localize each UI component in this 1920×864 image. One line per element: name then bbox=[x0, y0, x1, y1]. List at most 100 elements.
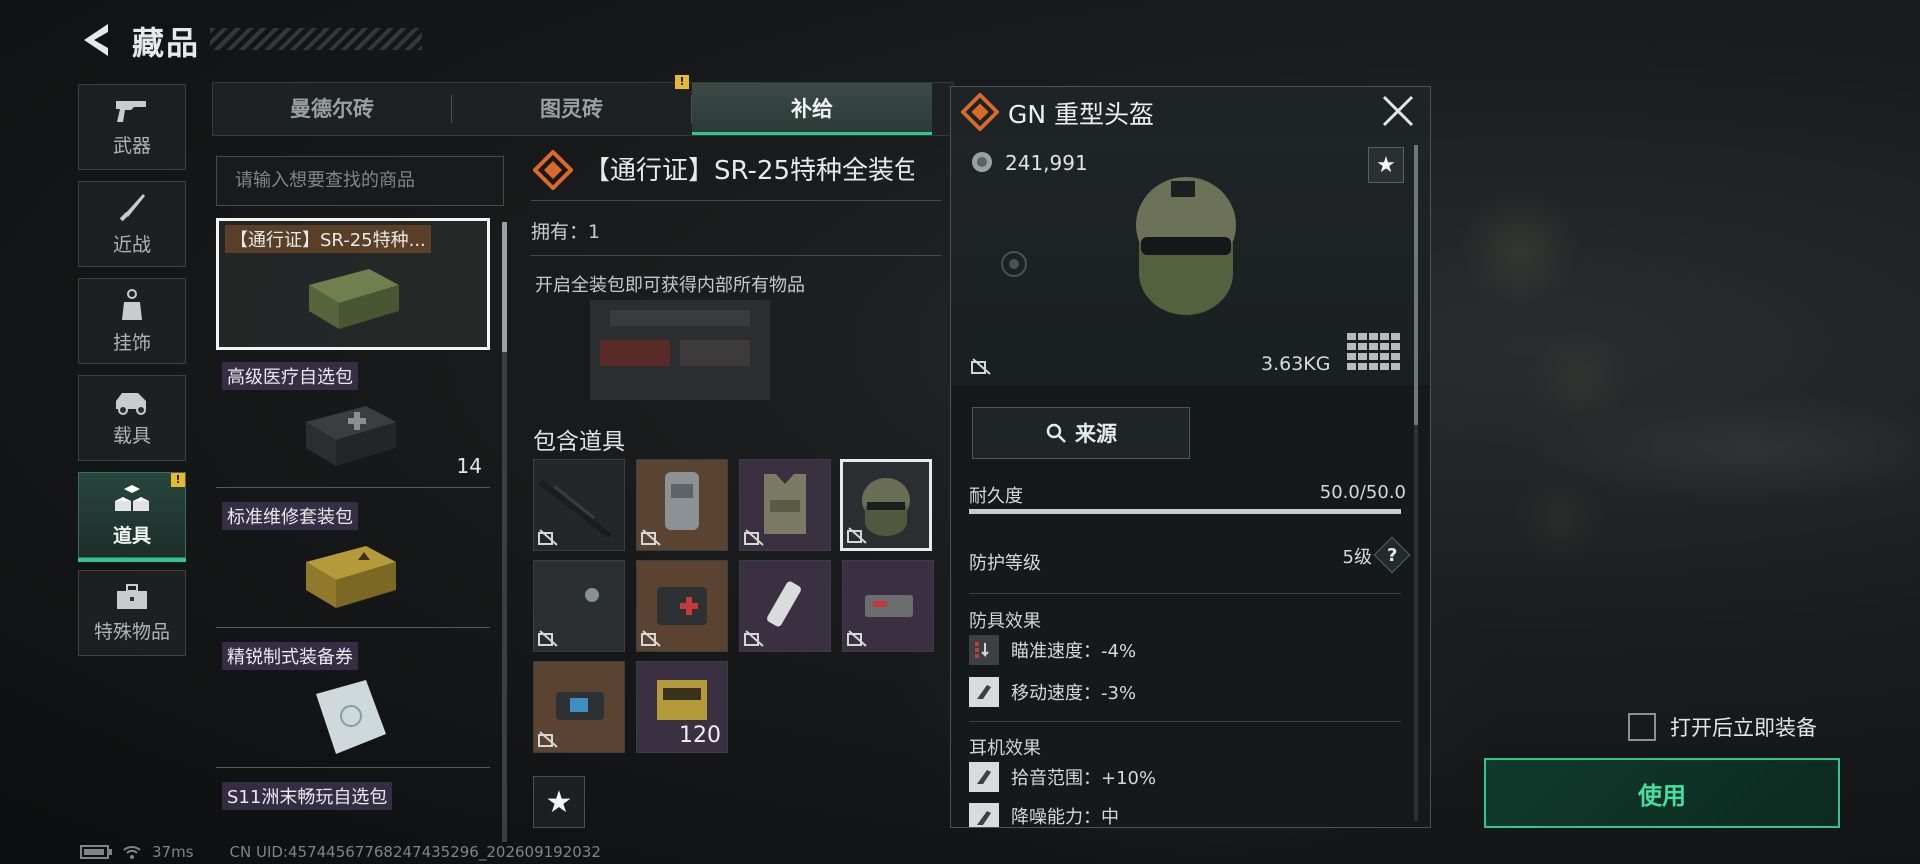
favorite-button[interactable]: ★ bbox=[533, 776, 585, 828]
protection-label: 防护等级 bbox=[969, 553, 1041, 574]
durability-bar bbox=[969, 509, 1401, 514]
tab-turing-brick[interactable]: 图灵砖 bbox=[452, 83, 691, 135]
target-decoration bbox=[1001, 251, 1027, 277]
list-scroll-thumb[interactable] bbox=[502, 222, 507, 352]
popup-title: GN 重型头盔 bbox=[1008, 100, 1155, 129]
item-name: 标准维修套装包 bbox=[222, 502, 358, 530]
list-item[interactable]: 精锐制式装备券 bbox=[216, 638, 490, 768]
crate-image bbox=[309, 269, 399, 329]
repair-kit-image bbox=[306, 546, 396, 608]
divider bbox=[969, 721, 1401, 722]
popup-scroll-thumb[interactable] bbox=[1414, 145, 1418, 425]
untradeable-icon bbox=[847, 527, 867, 544]
noise-reduction-icon bbox=[969, 803, 999, 827]
props-icon bbox=[115, 484, 149, 511]
close-icon[interactable] bbox=[1380, 93, 1416, 129]
untradeable-icon bbox=[538, 630, 558, 647]
slot-injector[interactable] bbox=[739, 560, 831, 652]
sidebar-item-special[interactable]: 特殊物品 bbox=[78, 570, 186, 656]
owned-count: 拥有：1 bbox=[531, 221, 601, 243]
slot-headset[interactable] bbox=[533, 560, 625, 652]
category-tabs: 曼德尔砖 图灵砖 补给 bbox=[212, 82, 954, 136]
source-button[interactable]: 来源 bbox=[972, 407, 1190, 459]
sidebar-item-label: 道具 bbox=[112, 524, 151, 547]
briefcase-icon bbox=[117, 583, 147, 609]
charm-icon bbox=[122, 288, 142, 320]
tab-mandel-brick[interactable]: 曼德尔砖 bbox=[213, 83, 451, 135]
vehicle-icon bbox=[116, 392, 146, 415]
search-input[interactable] bbox=[233, 169, 491, 192]
list-item[interactable]: 【通行证】SR-25特种... bbox=[216, 218, 490, 350]
slot-repair-kit[interactable] bbox=[842, 560, 934, 652]
untradeable-icon bbox=[641, 529, 661, 546]
back-arrow-icon[interactable] bbox=[78, 20, 114, 60]
list-divider bbox=[216, 767, 490, 768]
effect-text: 拾音范围：+10% bbox=[1011, 768, 1157, 789]
untradeable-icon bbox=[744, 529, 764, 546]
effect-text: 降噪能力：中 bbox=[1011, 807, 1119, 827]
knife-icon bbox=[119, 193, 145, 221]
list-item[interactable]: 标准维修套装包 bbox=[216, 498, 490, 628]
page-title: 藏品 bbox=[132, 24, 201, 62]
effect-row: 降噪能力：中 bbox=[969, 803, 1119, 827]
list-item[interactable]: S11洲末畅玩自选包 bbox=[216, 778, 490, 838]
move-speed-icon bbox=[969, 677, 999, 707]
favorite-button[interactable]: ★ bbox=[1368, 147, 1404, 183]
contains-heading: 包含道具 bbox=[533, 429, 625, 455]
headset-effects-heading: 耳机效果 bbox=[969, 738, 1041, 759]
armor-effects-heading: 防具效果 bbox=[969, 611, 1041, 632]
alert-badge: ! bbox=[171, 473, 185, 487]
item-name: 高级医疗自选包 bbox=[222, 362, 358, 390]
slot-vest[interactable] bbox=[739, 459, 831, 551]
status-bar: 37ms CN UID:457445677682474352​96_202609… bbox=[80, 843, 601, 861]
search-icon bbox=[1046, 423, 1066, 443]
sidebar-item-label: 特殊物品 bbox=[93, 620, 170, 643]
divider bbox=[969, 593, 1401, 594]
equip-checkbox[interactable] bbox=[1628, 713, 1656, 741]
untradeable-icon bbox=[847, 630, 867, 647]
effect-row: 瞄准速度：-4% bbox=[969, 635, 1136, 665]
durability-label: 耐久度 bbox=[969, 486, 1023, 507]
list-item[interactable]: 高级医疗自选包 14 bbox=[216, 358, 490, 488]
equip-on-open-toggle[interactable]: 打开后立即装备 bbox=[1628, 712, 1817, 742]
list-divider bbox=[216, 627, 490, 628]
sidebar-item-melee[interactable]: 近战 bbox=[78, 181, 186, 267]
use-button[interactable]: 使用 bbox=[1484, 758, 1840, 828]
star-icon: ★ bbox=[1376, 152, 1396, 178]
effect-row: 移动速度：-3% bbox=[969, 677, 1136, 707]
sidebar-item-props[interactable]: 道具 ! bbox=[78, 472, 186, 562]
tab-supply[interactable]: 补给 bbox=[692, 83, 932, 135]
sidebar-item-vehicles[interactable]: 载具 bbox=[78, 375, 186, 461]
slot-armor-pack[interactable] bbox=[533, 661, 625, 753]
durability-value: 50.0/50.0 bbox=[1319, 482, 1406, 503]
slot-medkit[interactable] bbox=[636, 560, 728, 652]
slot-rifle[interactable] bbox=[533, 459, 625, 551]
sidebar-item-charms[interactable]: 挂饰 bbox=[78, 278, 186, 364]
sidebar-item-weapons[interactable]: 武器 bbox=[78, 84, 186, 170]
crate-preview-image bbox=[590, 300, 770, 400]
untradeable-icon bbox=[744, 630, 764, 647]
untradeable-icon bbox=[538, 529, 558, 546]
slot-quantity: 120 bbox=[679, 723, 721, 748]
sidebar-item-label: 载具 bbox=[112, 424, 151, 447]
gun-icon bbox=[116, 100, 146, 122]
search-field[interactable] bbox=[216, 156, 504, 206]
aim-speed-icon bbox=[969, 635, 999, 665]
voucher-image bbox=[316, 680, 386, 754]
untradeable-icon bbox=[538, 731, 558, 748]
hearing-range-icon bbox=[969, 762, 999, 792]
slot-backpack[interactable] bbox=[636, 459, 728, 551]
untradeable-icon bbox=[641, 630, 661, 647]
brand-logo-icon bbox=[961, 93, 999, 131]
header-decoration bbox=[210, 28, 422, 50]
brand-logo-icon bbox=[533, 150, 573, 190]
divider bbox=[531, 255, 941, 256]
item-count: 14 bbox=[456, 454, 482, 478]
coin-icon bbox=[972, 152, 992, 172]
wifi-icon bbox=[123, 846, 141, 859]
ping-value: 37ms bbox=[152, 843, 194, 861]
slot-ammo-box[interactable]: 120 bbox=[636, 661, 728, 753]
help-icon[interactable]: ? bbox=[1387, 545, 1397, 566]
slot-helmet[interactable] bbox=[840, 459, 932, 551]
protection-row: 防护等级 5级 bbox=[969, 547, 1406, 575]
